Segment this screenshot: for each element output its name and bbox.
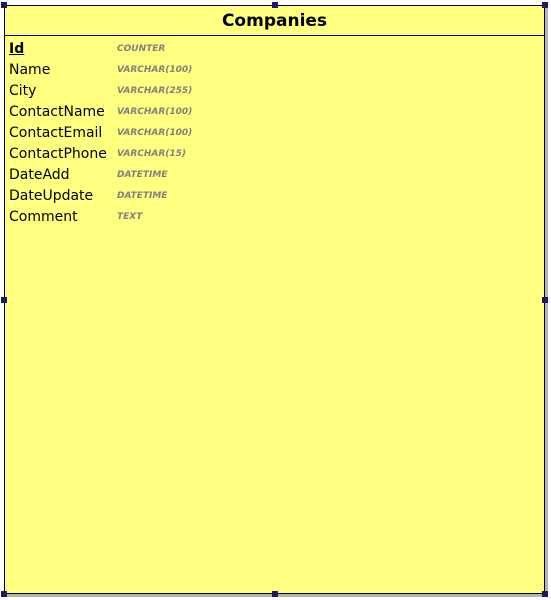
field-row-dateupdate[interactable]: DateUpdate DATETIME — [9, 185, 192, 206]
resize-handle-middle-left[interactable] — [1, 297, 7, 303]
field-type-name: VARCHAR(100) — [117, 64, 193, 75]
field-row-id[interactable]: Id COUNTER — [9, 38, 192, 59]
field-type-dateupdate: DATETIME — [117, 190, 168, 201]
resize-handle-top-center[interactable] — [272, 2, 278, 8]
field-name-contactphone: ContactPhone — [9, 145, 107, 162]
field-type-contactname: VARCHAR(100) — [117, 106, 193, 117]
field-row-comment[interactable]: Comment TEXT — [9, 206, 192, 227]
resize-handle-top-left[interactable] — [1, 2, 7, 8]
field-row-contactphone[interactable]: ContactPhone VARCHAR(15) — [9, 143, 192, 164]
field-list: Id COUNTER Name VARCHAR(100) City VARCHA… — [9, 38, 192, 227]
field-name-dateupdate: DateUpdate — [9, 187, 94, 204]
field-row-contactemail[interactable]: ContactEmail VARCHAR(100) — [9, 122, 192, 143]
field-type-comment: TEXT — [117, 211, 143, 222]
field-name-comment: Comment — [9, 208, 78, 225]
field-name-city: City — [9, 82, 37, 99]
field-name-name: Name — [9, 61, 51, 78]
field-row-contactname[interactable]: ContactName VARCHAR(100) — [9, 101, 192, 122]
entity-table-companies[interactable]: Companies Id COUNTER Name VARCHAR(100) C… — [4, 5, 545, 594]
resize-handle-bottom-right[interactable] — [542, 591, 548, 597]
resize-handle-middle-right[interactable] — [542, 297, 548, 303]
field-name-contactname: ContactName — [9, 103, 105, 120]
field-name-dateadd: DateAdd — [9, 166, 70, 183]
field-type-contactphone: VARCHAR(15) — [117, 148, 187, 159]
field-type-city: VARCHAR(255) — [117, 85, 193, 96]
field-name-contactemail: ContactEmail — [9, 124, 103, 141]
field-row-city[interactable]: City VARCHAR(255) — [9, 80, 192, 101]
entity-title: Companies — [221, 10, 328, 31]
resize-handle-bottom-center[interactable] — [272, 591, 278, 597]
field-type-dateadd: DATETIME — [117, 169, 168, 180]
entity-header: Companies — [5, 6, 544, 36]
field-type-contactemail: VARCHAR(100) — [117, 127, 193, 138]
field-name-id: Id — [9, 40, 25, 57]
field-type-id: COUNTER — [117, 43, 166, 54]
resize-handle-bottom-left[interactable] — [1, 591, 7, 597]
resize-handle-top-right[interactable] — [542, 2, 548, 8]
field-row-dateadd[interactable]: DateAdd DATETIME — [9, 164, 192, 185]
field-row-name[interactable]: Name VARCHAR(100) — [9, 59, 192, 80]
